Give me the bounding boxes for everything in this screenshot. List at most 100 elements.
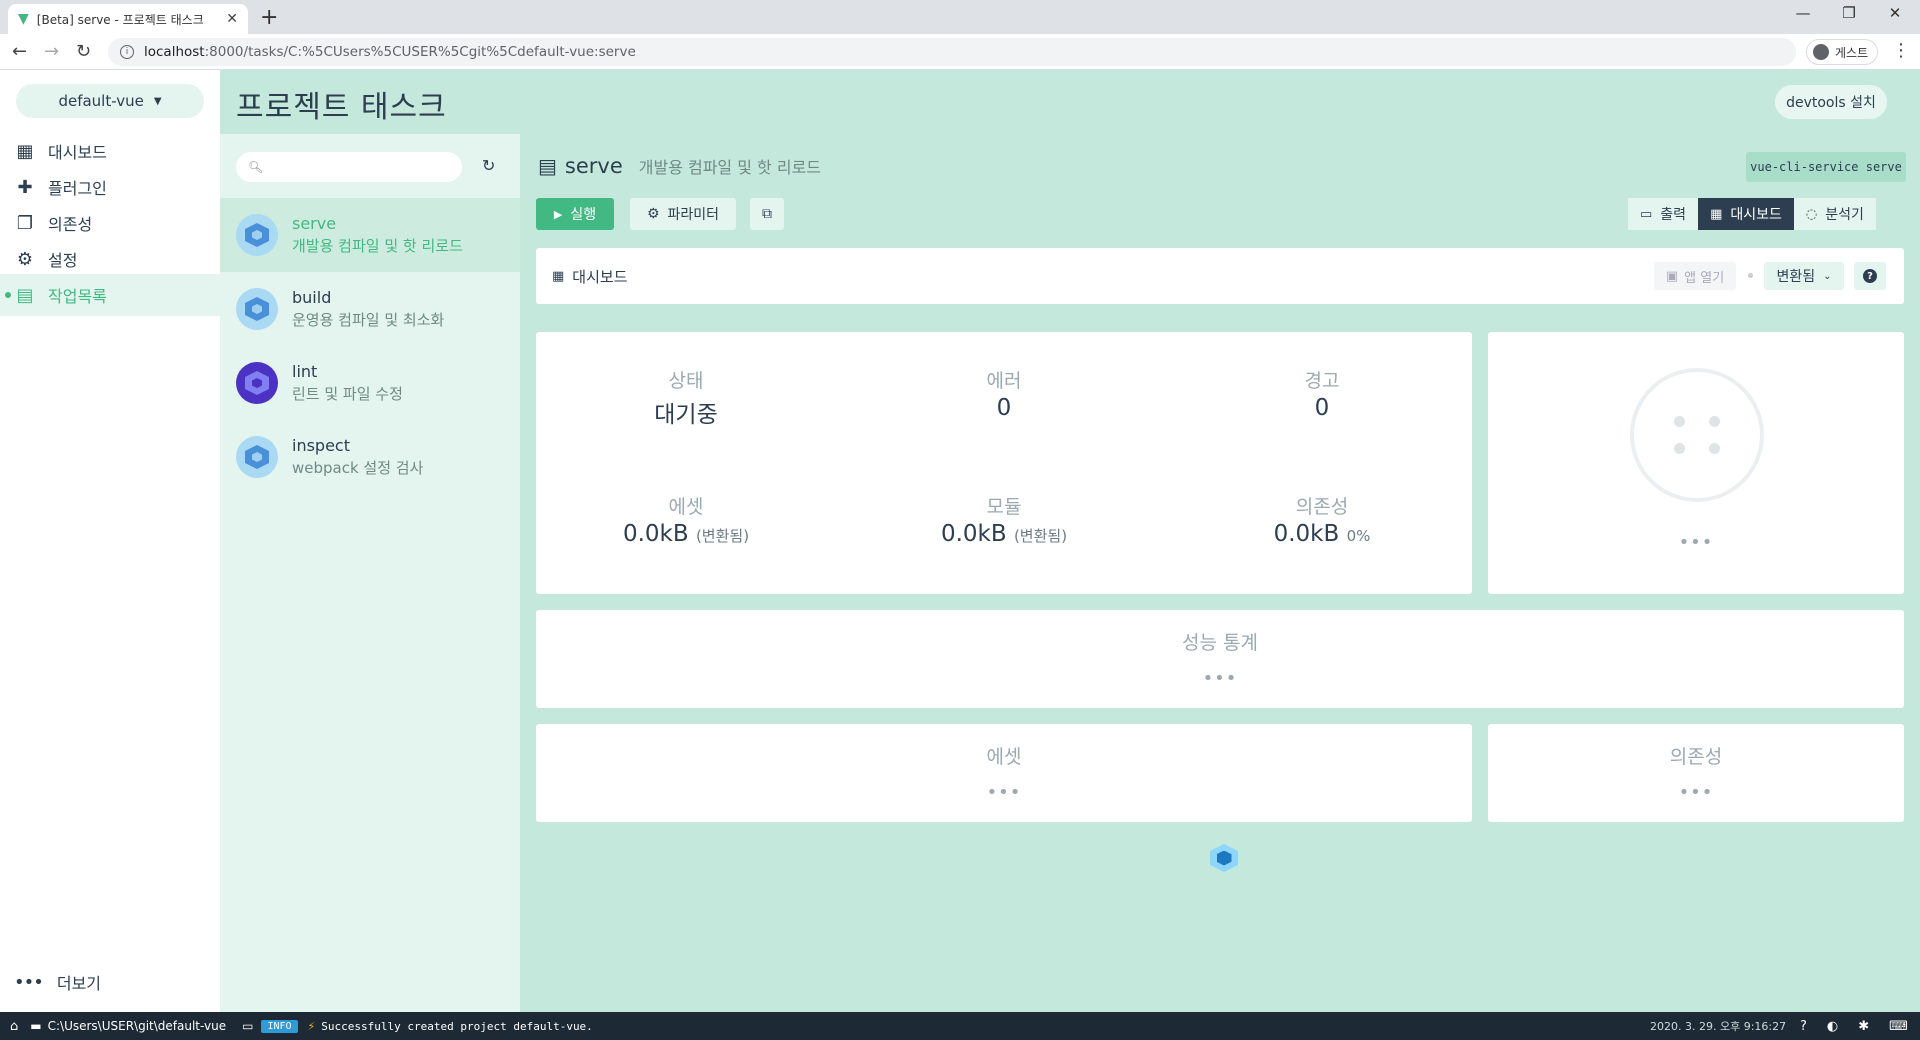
project-path[interactable]: ▬ C:\Users\USER\git\default-vue [30,1019,226,1033]
task-search-input[interactable]: 🔍︎ [236,152,462,182]
dashboard-icon: ▦ [1710,206,1723,222]
task-desc: 개발용 컴파일 및 핫 리로드 [292,237,463,255]
nav-item-tasks[interactable]: ▤ 작업목록 [0,274,220,316]
stat-value-row: 0.0kB 0% [1172,521,1472,547]
task-item-serve[interactable]: serve 개발용 컴파일 및 핫 리로드 [220,198,520,272]
webpack-logo-icon [1210,844,1238,872]
card-title: 의존성 [1669,746,1723,768]
stat-label: 상태 [668,370,704,392]
browser-menu-icon[interactable]: ⋮ [1892,40,1910,61]
dashboard-label: 대시보드 [572,268,628,286]
help-icon: ? [1863,269,1877,283]
page-header: 프로젝트 태스크 devtools 설치 [220,70,1920,134]
tab-output[interactable]: ▭ 출력 [1628,198,1699,230]
status-bar: ⌂ ▬ C:\Users\USER\git\default-vue ▭ INFO… [0,1012,1920,1040]
back-icon[interactable]: ← [12,41,27,62]
log-message[interactable]: Successfully created project default-vue… [321,1020,593,1033]
stat-note: (변환됨) [1013,527,1068,545]
inspect-icon [236,436,278,478]
help-button[interactable]: ? [1854,262,1886,290]
tab-label: 출력 [1660,207,1687,223]
task-item-lint[interactable]: lint 린트 및 파일 수정 [220,346,520,420]
nav-label: 플러그인 [48,179,107,198]
stat-value-row: 0.0kB (변환됨) [536,521,836,547]
more-button[interactable]: ••• 더보기 [14,970,101,994]
task-title-row: ▤ serve 개발용 컴파일 및 핫 리로드 [538,154,821,178]
task-detail-panel: ▤ serve 개발용 컴파일 및 핫 리로드 vue-cli-service … [520,134,1920,1012]
lightning-icon: ⚡ [307,1019,316,1033]
open-external-button[interactable]: ⧉ [750,198,784,230]
loading-ellipsis: ••• [1678,532,1714,553]
tab-label: 분석기 [1825,207,1864,223]
task-name: lint [292,362,318,381]
command-badge: vue-cli-service serve [1746,152,1906,182]
loading-ellipsis: ••• [986,782,1022,803]
card-title: 성능 통계 [1182,632,1258,654]
eslint-icon [236,362,278,404]
dashboard-icon: ▦ [16,140,34,162]
url-field[interactable]: i localhost:8000/tasks/C:%5CUsers%5CUSER… [108,38,1796,66]
stat-label: 에러 [986,370,1022,392]
stat-value-row: 0.0kB (변환됨) [854,521,1154,547]
terminal-icon: ▭ [1640,206,1653,222]
tab-dashboard[interactable]: ▦ 대시보드 [1698,198,1794,230]
restore-icon[interactable]: ❐ [1826,4,1872,22]
open-app-icon: ▣ [1665,268,1679,284]
task-name: serve [292,214,337,233]
loading-ellipsis: ••• [1202,668,1238,689]
home-icon[interactable]: ⌂ [10,1019,18,1034]
profile-button[interactable]: 게스트 [1806,39,1878,65]
stat-label: 경고 [1304,370,1340,392]
timestamp: 2020. 3. 29. 오후 9:16:27 [1650,1020,1787,1033]
status-actions: ? ◐ ✱ ⌨ ↻ [1800,1019,1920,1034]
close-window-icon[interactable]: ✕ [1872,4,1918,22]
assets-card: 에셋 ••• [536,724,1472,822]
avatar-icon [1813,44,1829,60]
library-icon: ❐ [16,212,34,234]
left-nav: default-vue ▼ ▦ 대시보드 ✚ 플러그인 ❐ 의존성 ⚙ 설정 ▤… [0,70,220,1012]
new-tab-icon[interactable]: + [260,5,278,30]
task-name: inspect [292,436,350,455]
url-path: :8000/tasks/C:%5CUsers%5CUSER%5Cgit%5Cde… [204,44,636,60]
translate-icon[interactable]: ⌨ [1889,1019,1908,1034]
card-title: 에셋 [986,746,1022,768]
webpack-icon [236,288,278,330]
settings-icon: ⚙ [16,248,34,270]
stat-value: 대기중 [654,402,718,428]
browser-tab[interactable]: ▼ [Beta] serve - 프로젝트 태스크 ✕ [8,4,248,34]
task-item-build[interactable]: build 운영용 컴파일 및 최소화 [220,272,520,346]
task-detail-desc: 개발용 컴파일 및 핫 리로드 [638,158,822,177]
devtools-install-button[interactable]: devtools 설치 [1775,85,1887,119]
log-icon[interactable]: ▭ [242,1019,253,1033]
task-item-inspect[interactable]: inspect webpack 설정 검사 [220,420,520,494]
gear-icon: ⚙ [646,206,660,222]
close-tab-icon[interactable]: ✕ [226,11,238,27]
refresh-icon[interactable]: ↻ [482,156,495,175]
forward-icon[interactable]: → [44,41,59,62]
parameters-button[interactable]: ⚙ 파라미터 [630,198,736,230]
task-name: build [292,288,332,307]
theme-toggle-icon[interactable]: ◐ [1827,1019,1838,1034]
tab-analyzer[interactable]: ◌ 분석기 [1793,198,1876,230]
stat-value: 0.0kB [1273,521,1340,547]
dashboard-icon: ▦ [552,269,565,284]
help-icon[interactable]: ? [1800,1019,1807,1034]
separator-dot [1748,273,1753,278]
task-desc: 린트 및 파일 수정 [292,385,403,403]
play-icon: ▶ [553,207,563,221]
minimize-icon[interactable]: — [1780,4,1826,22]
open-in-new-icon: ⧉ [762,206,772,222]
run-button[interactable]: ▶ 실행 [536,198,614,230]
puzzle-icon: ✚ [17,176,33,198]
mode-select[interactable]: 변환됨 ⌄ [1764,262,1844,290]
stat-status: 상태 대기중 [536,366,836,429]
tab-title: [Beta] serve - 프로젝트 태스크 [36,12,204,27]
stat-modules: 모듈 0.0kB (변환됨) [854,492,1154,547]
info-icon[interactable]: i [120,45,134,59]
reload-icon[interactable]: ↻ [76,41,91,62]
open-app-button[interactable]: ▣ 앱 열기 [1654,262,1736,290]
project-selector[interactable]: default-vue ▼ [16,84,204,118]
bug-icon[interactable]: ✱ [1858,1019,1869,1034]
chevron-down-icon: ⌄ [1823,270,1832,282]
more-icon: ••• [14,971,44,993]
